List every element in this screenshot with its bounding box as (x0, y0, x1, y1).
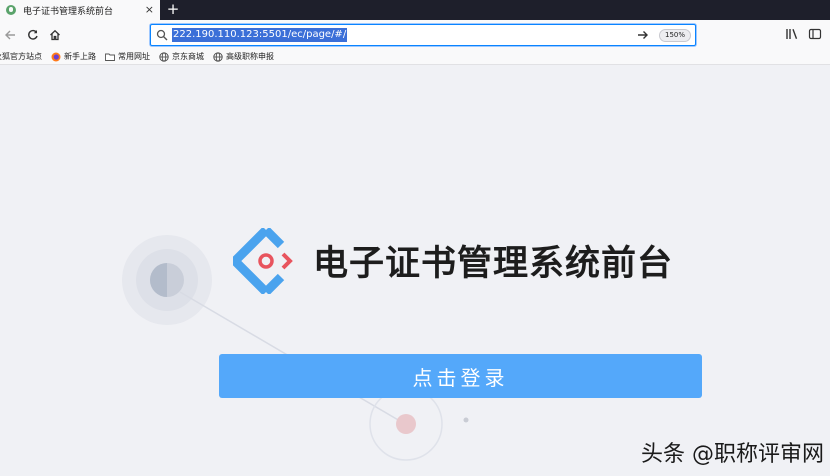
bookmark-firefox-site[interactable]: 火狐官方站点 (0, 51, 42, 62)
page-content: 电子证书管理系统前台 点击登录 头条 @职称评审网 (0, 66, 830, 476)
navigation-toolbar: 222.190.110.123:5501/ec/page/#/ 150% (0, 20, 830, 49)
address-bar[interactable]: 222.190.110.123:5501/ec/page/#/ 150% (150, 24, 696, 46)
reload-icon (28, 29, 38, 40)
watermark-text: 头条 @职称评审网 (641, 442, 824, 467)
bookmark-label: 新手上路 (64, 52, 96, 61)
search-icon (156, 29, 168, 41)
home-icon (50, 29, 60, 41)
reload-button[interactable] (25, 27, 41, 43)
bookmark-label: 高级职称申报 (226, 52, 274, 61)
bookmark-label: 常用网址 (118, 52, 150, 61)
new-tab-button[interactable]: + (166, 0, 180, 20)
globe-icon (159, 51, 169, 62)
bookmark-label: 京东商城 (172, 52, 204, 61)
logo-icon (233, 228, 293, 294)
library-icon[interactable] (785, 27, 799, 41)
zoom-level-badge[interactable]: 150% (659, 29, 692, 42)
bookmark-senior-title[interactable]: 高级职称申报 (213, 51, 274, 62)
login-button[interactable]: 点击登录 (219, 354, 702, 398)
folder-icon (105, 53, 115, 61)
back-arrow-icon (5, 30, 15, 40)
back-button[interactable] (2, 27, 18, 43)
tab-strip: 电子证书管理系统前台 × + (0, 0, 830, 20)
go-arrow-icon[interactable] (637, 29, 649, 41)
bookmark-jd[interactable]: 京东商城 (159, 51, 204, 62)
bookmark-label: 火狐官方站点 (0, 52, 42, 61)
tab-title: 电子证书管理系统前台 (23, 6, 114, 17)
bookmark-folder-common[interactable]: 常用网址 (105, 51, 150, 62)
tab-close-icon[interactable]: × (145, 3, 154, 17)
bookmarks-toolbar: 火狐官方站点 新手上路 常用网址 京东商城 高级职称申报 (0, 49, 830, 65)
globe-icon (213, 51, 223, 62)
bookmark-getting-started[interactable]: 新手上路 (51, 51, 96, 62)
home-button[interactable] (47, 27, 63, 43)
sidebar-icon[interactable] (808, 27, 822, 41)
active-tab[interactable]: 电子证书管理系统前台 × (0, 0, 160, 20)
firefox-icon (51, 52, 61, 61)
url-input[interactable]: 222.190.110.123:5501/ec/page/#/ (172, 28, 348, 42)
page-favicon-icon (6, 5, 16, 15)
page-title: 电子证书管理系统前台 (313, 244, 674, 284)
